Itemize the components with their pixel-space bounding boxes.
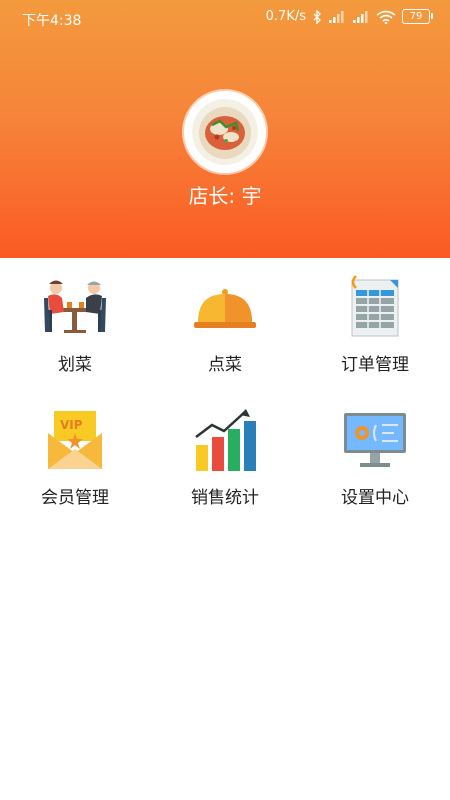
menu-label: 会员管理 — [41, 488, 109, 508]
menu-item-settings-center[interactable]: 设置中心 — [300, 391, 450, 521]
vip-card-icon: VIP — [48, 411, 102, 469]
network-speed: 0.7K/s — [265, 9, 306, 24]
svg-text:VIP: VIP — [60, 418, 83, 432]
menu-label: 订单管理 — [341, 355, 409, 375]
battery-icon: 79 — [402, 9, 433, 24]
diners-icon — [44, 280, 106, 333]
order-sheet-icon — [351, 275, 399, 337]
wifi-icon — [376, 10, 396, 24]
menu-item-member-management[interactable]: VIP 会员管理 — [0, 391, 150, 521]
signal-icon-1 — [329, 10, 344, 23]
store-owner: 店长: 宇 — [0, 180, 450, 209]
menu-item-serve-dish[interactable]: 划菜 — [0, 258, 150, 388]
header-banner: 下午4:38 0.7K/s 79 店长: 宇 — [0, 0, 450, 258]
bar-chart-icon — [195, 409, 256, 471]
owner-name: 宇 — [241, 184, 262, 208]
owner-label: 店长: — [188, 184, 236, 208]
store-avatar[interactable] — [184, 91, 266, 173]
settings-monitor-icon — [344, 413, 406, 467]
menu-label: 点菜 — [208, 355, 242, 375]
status-right: 0.7K/s 79 — [265, 9, 433, 24]
menu-item-order-dish[interactable]: 点菜 — [150, 258, 300, 388]
dish-photo — [192, 99, 258, 165]
food-cloche-icon — [194, 289, 256, 328]
status-bar: 下午4:38 0.7K/s 79 — [0, 0, 450, 36]
bluetooth-icon — [313, 9, 321, 24]
menu-item-order-management[interactable]: 订单管理 — [300, 258, 450, 388]
signal-icon-2 — [353, 10, 368, 23]
menu-label: 设置中心 — [341, 488, 409, 508]
menu-label: 划菜 — [58, 355, 92, 375]
menu-item-sales-statistics[interactable]: 销售统计 — [150, 391, 300, 521]
status-time: 下午4:38 — [22, 13, 82, 29]
menu-label: 销售统计 — [191, 488, 259, 508]
